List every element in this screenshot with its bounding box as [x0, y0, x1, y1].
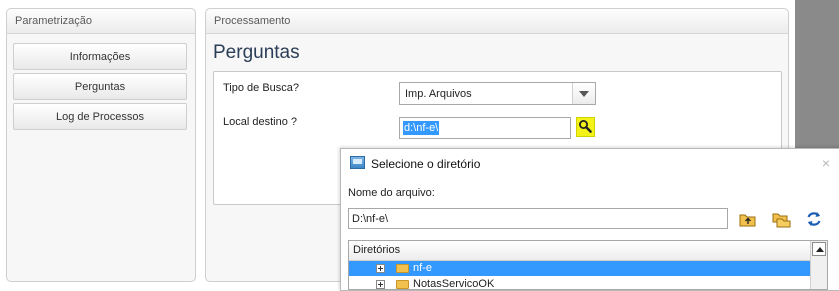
refresh-button[interactable] — [804, 209, 824, 229]
folder-up-button[interactable] — [738, 209, 758, 229]
nav-button-log-de-processos[interactable]: Log de Processos — [13, 103, 187, 130]
search-icon — [579, 120, 592, 133]
close-icon[interactable]: × — [822, 155, 830, 171]
select-directory-dialog: Selecione o diretório × Nome do arquivo:… — [340, 148, 839, 291]
local-destino-value: d:\nf-e\ — [403, 121, 440, 135]
expand-icon[interactable] — [376, 264, 385, 273]
folder-up-icon — [739, 214, 756, 227]
path-input[interactable]: D:\nf-e\ — [348, 208, 728, 229]
new-folder-icon — [772, 213, 791, 228]
dropdown-arrow-icon[interactable] — [572, 83, 595, 104]
tipo-busca-select[interactable]: Imp. Arquivos — [399, 82, 596, 105]
new-folder-button[interactable] — [771, 209, 791, 229]
local-destino-label: Local destino ? — [223, 116, 297, 128]
panel-header: Parametrização — [7, 9, 195, 34]
parametrizacao-panel: Parametrização Informações Perguntas Log… — [6, 8, 196, 282]
tipo-busca-label: Tipo de Busca? — [223, 82, 300, 94]
tree-item-label: nf-e — [413, 262, 432, 274]
folder-icon — [396, 264, 409, 273]
path-value: D:\nf-e\ — [352, 213, 389, 225]
tree-item-nf-e[interactable]: nf-e — [349, 261, 811, 276]
nav-button-perguntas[interactable]: Perguntas — [13, 73, 187, 100]
page-title: Perguntas — [213, 42, 300, 63]
dialog-title: Selecione o diretório — [371, 157, 481, 171]
file-name-label: Nome do arquivo: — [348, 187, 435, 199]
panel-header: Processamento — [206, 9, 788, 34]
tree-header: Diretórios — [349, 241, 827, 261]
tree-item-notasservicook[interactable]: NotasServicoOK — [349, 277, 811, 290]
directory-tree: Diretórios nf-e NotasServicoOK — [348, 240, 828, 290]
local-destino-input[interactable]: d:\nf-e\ — [399, 117, 571, 139]
scroll-up-icon[interactable] — [812, 242, 826, 256]
tipo-busca-value: Imp. Arquivos — [405, 88, 472, 100]
folder-icon — [396, 280, 409, 289]
nav-button-informacoes[interactable]: Informações — [13, 43, 187, 70]
tree-item-label: NotasServicoOK — [413, 278, 495, 290]
search-button[interactable] — [576, 117, 595, 137]
refresh-icon — [807, 212, 821, 226]
expand-icon[interactable] — [376, 280, 385, 289]
window-icon — [350, 156, 365, 169]
tree-scrollbar[interactable] — [810, 241, 827, 289]
